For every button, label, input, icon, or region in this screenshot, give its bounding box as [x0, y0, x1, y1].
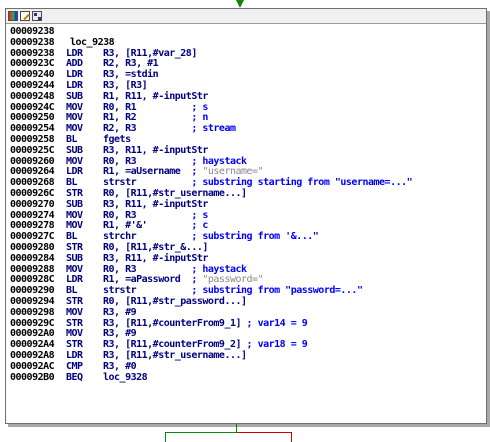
disasm-line[interactable]: 0000925C SUB R3, R11, #-inputStr [10, 144, 486, 157]
operands[interactable]: R3, R11, #-inputStr [103, 145, 208, 157]
comment: ; var14 = 9 [246, 317, 308, 329]
disasm-line[interactable]: 00009284 SUB R3, R11, #-inputStr [10, 252, 486, 265]
operands[interactable]: R1, R11, #-inputStr [103, 91, 208, 103]
color-palette-icon[interactable] [8, 11, 18, 21]
disasm-line[interactable]: 00009238 loc_9238 [10, 36, 486, 49]
outgoing-edge-stem [236, 424, 237, 432]
address: 00009298 [10, 306, 55, 318]
operands[interactable]: loc_9328 [103, 372, 148, 384]
disasm-line[interactable]: 00009248 SUB R1, R11, #-inputStr [10, 90, 486, 103]
disasm-line[interactable]: 000092B0 BEQ loc_9328 [10, 371, 486, 384]
incoming-edge-arrow [236, 0, 244, 8]
disassembly-listing[interactable]: 00009238 00009238 loc_9238 00009238 LDR R3, [… [6, 24, 486, 383]
graph-overview-icon[interactable] [32, 11, 42, 21]
address: 000092B0 [10, 371, 55, 383]
disasm-line[interactable]: 00009270 SUB R3, R11, #-inputStr [10, 198, 486, 211]
address: 00009238 [10, 36, 55, 48]
mnemonic: SUB [66, 144, 83, 156]
mnemonic: BEQ [66, 371, 83, 383]
edit-node-icon[interactable] [20, 11, 30, 21]
mnemonic: SUB [66, 252, 83, 264]
operands[interactable]: R3, R11, #-inputStr [103, 199, 208, 211]
address: 00009270 [10, 198, 55, 210]
address: 00009248 [10, 90, 55, 102]
disasm-line[interactable]: 00009254 MOV R2, R3 ; stream [10, 123, 486, 135]
address: 000092AC [10, 360, 55, 372]
true-branch-edge [165, 432, 237, 442]
operands[interactable]: R3, #0 [103, 361, 137, 373]
address: 00009284 [10, 252, 55, 264]
node-toolbar [6, 9, 486, 24]
address: 0000925C [10, 144, 55, 156]
comment: ; substring from '&..." [191, 231, 319, 243]
code-label[interactable]: loc_9238 [66, 37, 115, 49]
comment: ; var18 = 9 [246, 339, 308, 351]
mnemonic: SUB [66, 90, 83, 102]
disasm-line[interactable]: 00009298 MOV R3, #9 [10, 306, 486, 319]
graph-node-loc-9238[interactable]: 00009238 00009238 loc_9238 00009238 LDR R3, [… [5, 8, 487, 424]
false-branch-edge [237, 432, 292, 442]
mnemonic: SUB [66, 198, 83, 210]
mnemonic: CMP [66, 360, 83, 372]
operands[interactable]: R3, #9 [103, 307, 137, 319]
comment: ; stream [191, 123, 236, 135]
mnemonic: MOV [66, 306, 83, 318]
operands[interactable]: R3, R11, #-inputStr [103, 253, 208, 265]
disasm-line[interactable]: 000092AC CMP R3, #0 [10, 360, 486, 373]
